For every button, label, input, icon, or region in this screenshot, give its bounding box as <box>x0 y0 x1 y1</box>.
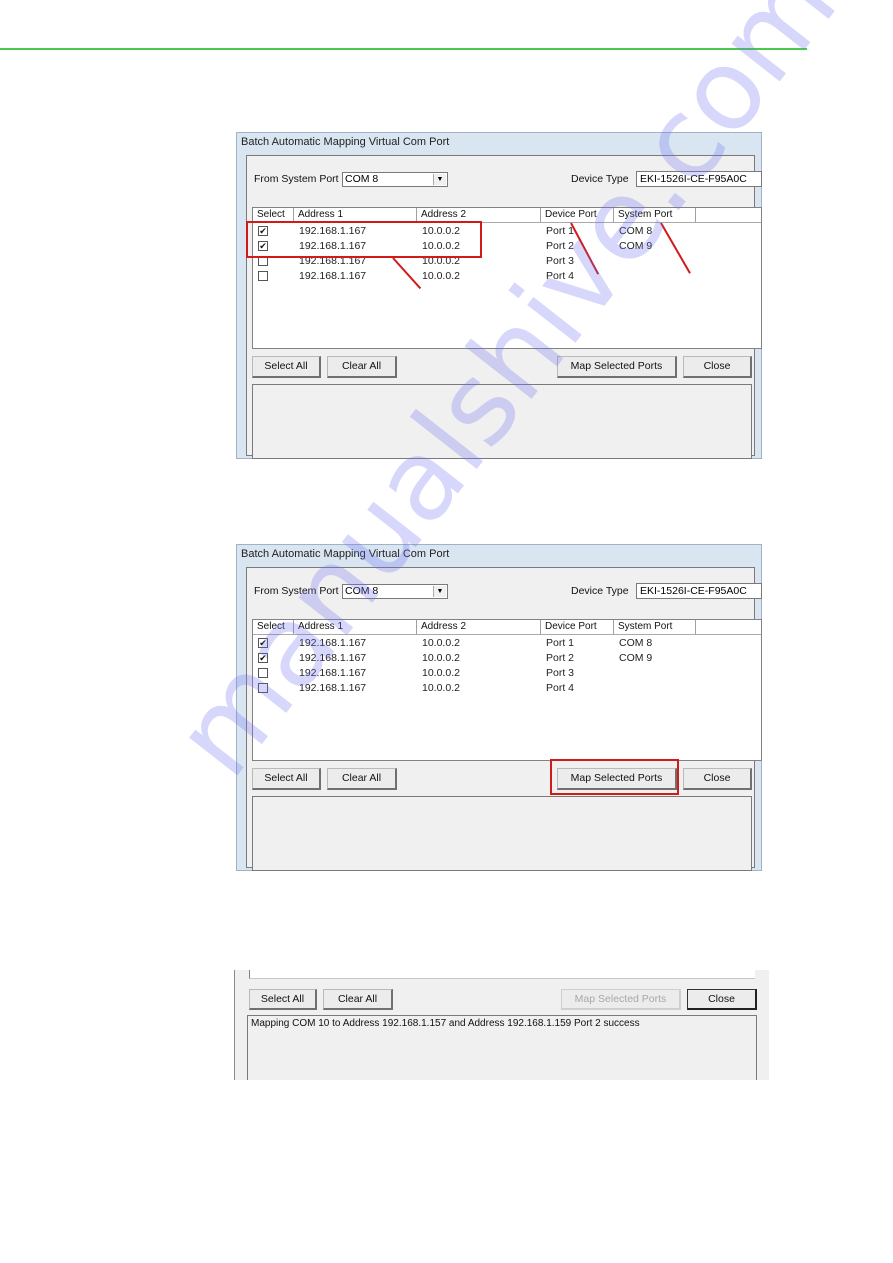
from-system-port-value: COM 8 <box>345 173 379 185</box>
dialog-step3-crop: Select All Clear All Map Selected Ports … <box>234 970 769 1080</box>
column-address1[interactable]: Address 1 <box>294 620 417 634</box>
device-type-label: Device Type <box>571 585 629 597</box>
column-address1[interactable]: Address 1 <box>294 208 417 222</box>
column-system-port[interactable]: System Port <box>614 208 696 222</box>
cell-device-port: Port 3 <box>546 255 575 267</box>
map-selected-ports-button[interactable]: Map Selected Ports <box>557 356 677 378</box>
cell-device-port: Port 2 <box>546 652 575 664</box>
log-box: Mapping COM 10 to Address 192.168.1.157 … <box>247 1015 757 1080</box>
cell-system-port: COM 9 <box>619 652 653 664</box>
select-all-button[interactable]: Select All <box>252 356 321 378</box>
cell-address2: 10.0.0.2 <box>422 667 460 679</box>
clear-all-button[interactable]: Clear All <box>327 768 397 790</box>
cell-system-port: COM 9 <box>619 240 653 252</box>
table-row[interactable]: ✔ 192.168.1.167 10.0.0.2 Port 1 COM 8 <box>253 636 761 651</box>
log-message: Mapping COM 10 to Address 192.168.1.157 … <box>251 1018 640 1029</box>
table-row[interactable]: ✔ 192.168.1.167 10.0.0.2 Port 2 COM 9 <box>253 651 761 666</box>
dialog-title: Batch Automatic Mapping Virtual Com Port <box>241 548 450 560</box>
close-button[interactable]: Close <box>683 356 752 378</box>
row-checkbox-checked[interactable]: ✔ <box>258 653 268 663</box>
log-box <box>252 796 752 871</box>
cell-address1: 192.168.1.167 <box>299 637 367 649</box>
cell-device-port: Port 1 <box>546 637 575 649</box>
chevron-down-icon[interactable]: ▼ <box>433 174 446 185</box>
select-all-button[interactable]: Select All <box>249 989 317 1010</box>
dialog-client: From System Port COM 8 ▼ Device Type EKI… <box>246 155 762 459</box>
close-button[interactable]: Close <box>687 989 757 1010</box>
table-row[interactable]: 192.168.1.167 10.0.0.2 Port 4 <box>253 681 761 696</box>
highlight-map-selected-ports <box>550 759 679 795</box>
column-address2[interactable]: Address 2 <box>417 620 541 634</box>
device-type-label: Device Type <box>571 173 629 185</box>
select-all-button[interactable]: Select All <box>252 768 321 790</box>
header-rule <box>0 48 807 50</box>
column-select[interactable]: Select <box>253 208 294 222</box>
table-row[interactable]: 192.168.1.167 10.0.0.2 Port 3 <box>253 666 761 681</box>
row-checkbox[interactable] <box>258 668 268 678</box>
from-system-port-select[interactable]: COM 8 ▼ <box>342 172 448 187</box>
cell-address2: 10.0.0.2 <box>422 270 460 282</box>
cell-address1: 192.168.1.167 <box>299 652 367 664</box>
from-system-port-value: COM 8 <box>345 585 379 597</box>
highlight-selected-rows <box>246 221 482 258</box>
cell-device-port: Port 1 <box>546 225 575 237</box>
column-system-port[interactable]: System Port <box>614 620 696 634</box>
cell-address2: 10.0.0.2 <box>422 652 460 664</box>
chevron-down-icon[interactable]: ▼ <box>433 586 446 597</box>
log-box <box>252 384 752 459</box>
table-row[interactable]: 192.168.1.167 10.0.0.2 Port 4 <box>253 269 761 284</box>
column-device-port[interactable]: Device Port <box>541 208 614 222</box>
dialog-step1: Batch Automatic Mapping Virtual Com Port… <box>236 132 762 459</box>
clear-all-button[interactable]: Clear All <box>327 356 397 378</box>
from-system-port-label: From System Port <box>254 173 339 185</box>
clear-all-button[interactable]: Clear All <box>323 989 393 1010</box>
row-checkbox-checked[interactable]: ✔ <box>258 638 268 648</box>
cell-address1: 192.168.1.167 <box>299 667 367 679</box>
row-checkbox[interactable] <box>258 271 268 281</box>
dialog-step2: Batch Automatic Mapping Virtual Com Port… <box>236 544 762 871</box>
device-type-field[interactable]: EKI-1526I-CE-F95A0C <box>636 171 762 187</box>
list-header: Select Address 1 Address 2 Device Port S… <box>253 620 761 635</box>
column-select[interactable]: Select <box>253 620 294 634</box>
cell-address2: 10.0.0.2 <box>422 637 460 649</box>
cell-device-port: Port 4 <box>546 682 575 694</box>
cell-system-port: COM 8 <box>619 637 653 649</box>
column-address2[interactable]: Address 2 <box>417 208 541 222</box>
from-system-port-select[interactable]: COM 8 ▼ <box>342 584 448 599</box>
column-device-port[interactable]: Device Port <box>541 620 614 634</box>
cell-address1: 192.168.1.167 <box>299 270 367 282</box>
row-checkbox[interactable] <box>258 683 268 693</box>
port-list[interactable]: Select Address 1 Address 2 Device Port S… <box>252 619 762 761</box>
cell-device-port: Port 4 <box>546 270 575 282</box>
dialog-client: From System Port COM 8 ▼ Device Type EKI… <box>246 567 762 871</box>
cell-system-port: COM 8 <box>619 225 653 237</box>
map-selected-ports-button-disabled: Map Selected Ports <box>561 989 681 1010</box>
port-list-edge <box>249 970 755 979</box>
cell-address1: 192.168.1.167 <box>299 682 367 694</box>
from-system-port-label: From System Port <box>254 585 339 597</box>
cell-device-port: Port 3 <box>546 667 575 679</box>
dialog-title: Batch Automatic Mapping Virtual Com Port <box>241 136 450 148</box>
device-type-field[interactable]: EKI-1526I-CE-F95A0C <box>636 583 762 599</box>
cell-address2: 10.0.0.2 <box>422 682 460 694</box>
close-button[interactable]: Close <box>683 768 752 790</box>
cell-device-port: Port 2 <box>546 240 575 252</box>
